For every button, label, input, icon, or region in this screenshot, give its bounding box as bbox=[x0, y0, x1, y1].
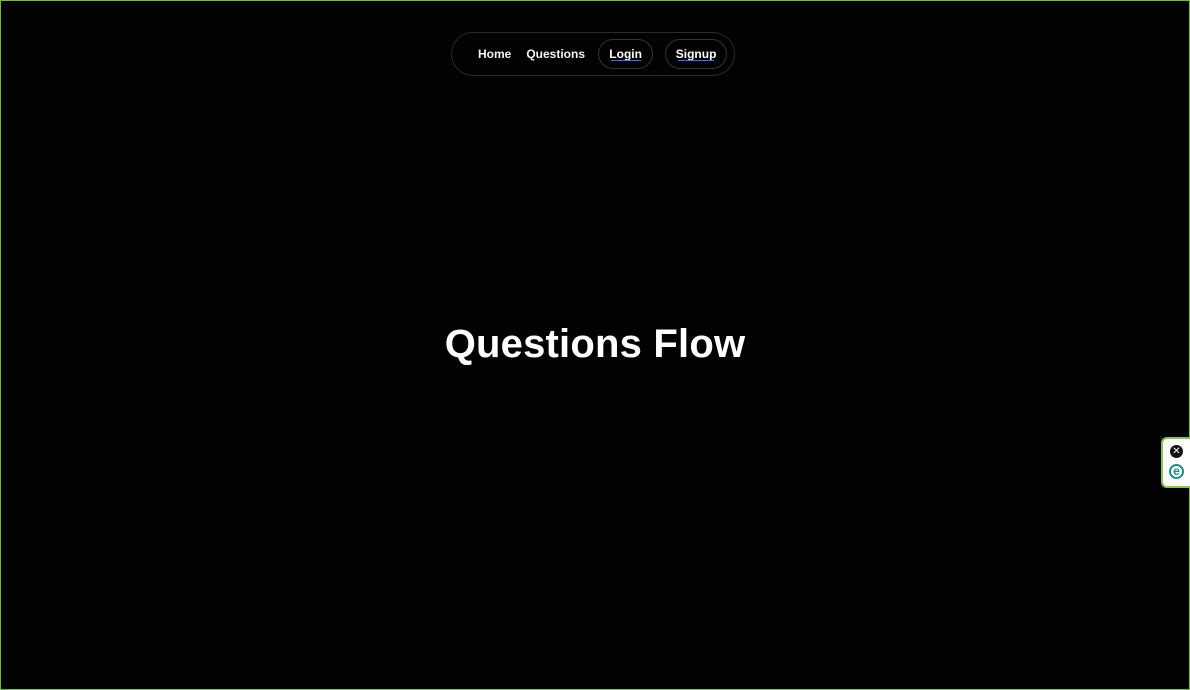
login-button-label: Login bbox=[609, 47, 642, 61]
nav-link-home[interactable]: Home bbox=[478, 47, 511, 61]
extension-widget: ✕ e bbox=[1161, 437, 1190, 488]
login-button[interactable]: Login bbox=[598, 39, 654, 69]
nav-link-questions[interactable]: Questions bbox=[526, 47, 585, 61]
hero-title: Questions Flow bbox=[444, 322, 746, 366]
close-icon[interactable]: ✕ bbox=[1170, 445, 1183, 458]
signup-button-label: Signup bbox=[675, 47, 717, 61]
signup-underline bbox=[678, 60, 715, 61]
login-underline bbox=[610, 60, 641, 61]
e-logo-icon[interactable]: e bbox=[1169, 464, 1184, 479]
top-navbar: Home Questions Login Signup bbox=[451, 32, 735, 76]
signup-button[interactable]: Signup bbox=[665, 39, 727, 69]
